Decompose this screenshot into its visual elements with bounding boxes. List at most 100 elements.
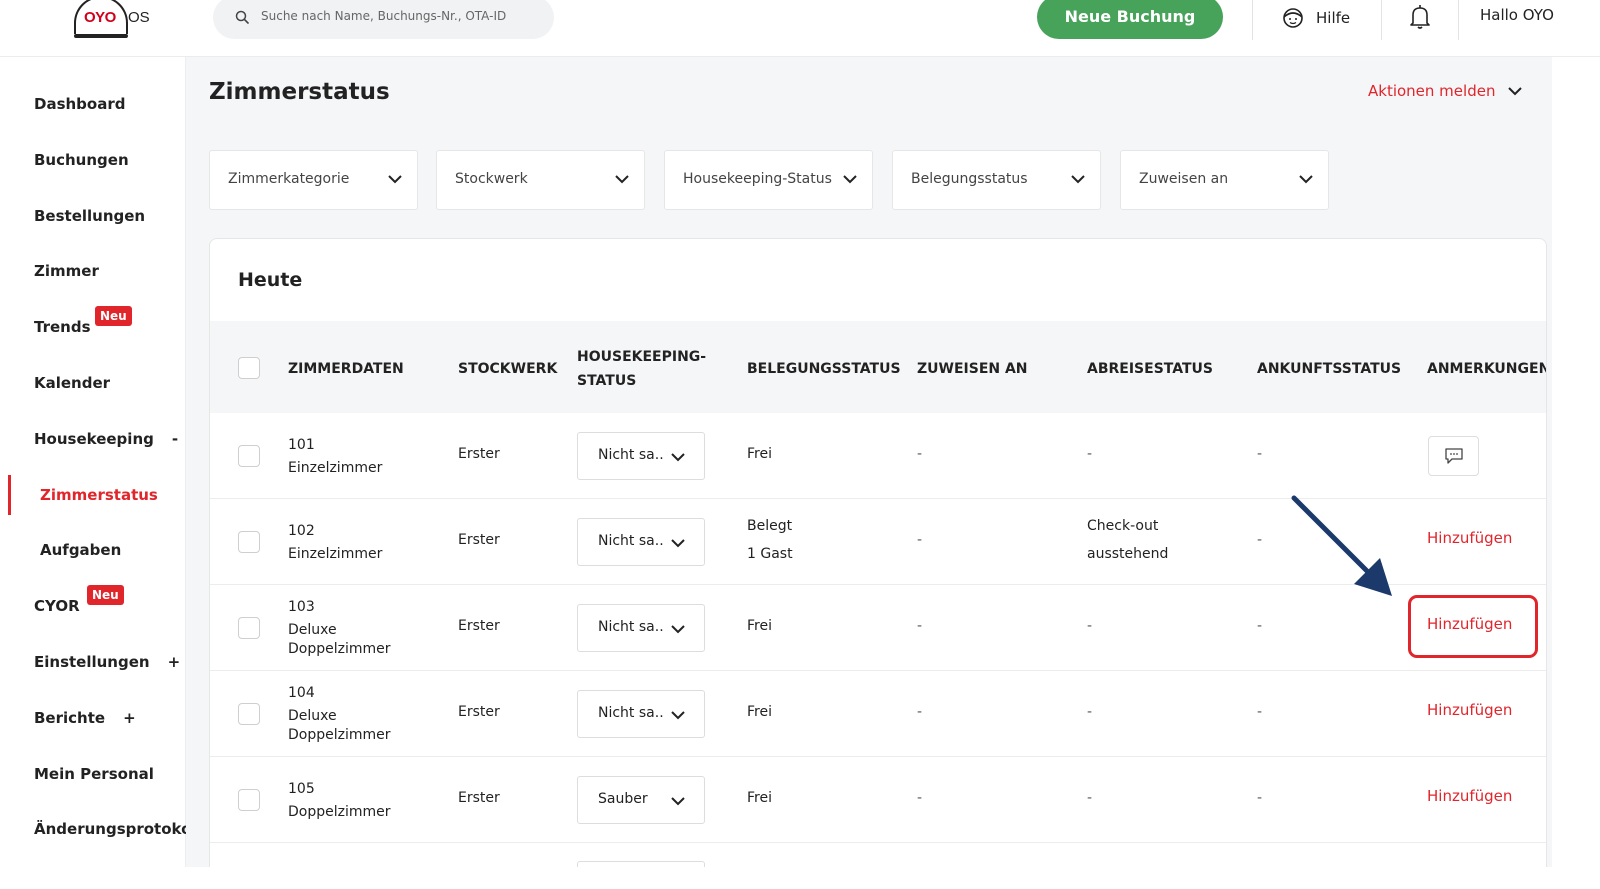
expand-toggle[interactable]: + [168,653,181,671]
view-notes-button[interactable] [1428,436,1479,476]
departure-status: - [1087,618,1093,634]
column-header-arrival[interactable]: ANKUNFTSSTATUS [1257,357,1401,381]
sidebar-item-label: Dashboard [34,95,126,113]
column-header-assign[interactable]: ZUWEISEN AN [917,357,1028,381]
header-divider [1381,0,1382,40]
chevron-down-icon [671,539,685,548]
sidebar-item-changelog[interactable]: Änderungsprotokoll [34,820,202,838]
column-header-room[interactable]: ZIMMERDATEN [288,357,404,381]
column-header-occupancy[interactable]: BELEGUNGSSTATUS [747,357,901,381]
sidebar-item-tasks[interactable]: Aufgaben [40,541,121,559]
add-note-link[interactable]: Hinzufügen [1427,787,1512,805]
departure-status: - [1087,704,1093,720]
page-title: Zimmerstatus [209,79,390,105]
column-header-line: STATUS [577,373,637,389]
logo-suffix: OS [128,9,150,26]
top-bar: OYO OS Neue Buchung Hilfe Hallo OYO [0,0,1600,57]
assigned-to: - [917,446,923,462]
filter-label: Stockwerk [455,171,528,187]
housekeeping-status-select[interactable] [577,861,705,867]
room-type-line2: Doppelzimmer [288,641,391,657]
floor-value: Erster [458,618,500,634]
table-row[interactable] [210,843,1546,867]
housekeeping-status-select[interactable]: Nicht sa.. [577,432,705,480]
housekeeping-status-select[interactable]: Nicht sa.. [577,518,705,566]
chevron-down-icon [671,711,685,720]
housekeeping-status-select[interactable]: Nicht sa.. [577,690,705,738]
sidebar-item-label: Buchungen [34,151,129,169]
collapse-toggle[interactable]: - [172,430,178,448]
room-type: Einzelzimmer [288,546,383,562]
column-header-notes[interactable]: ANMERKUNGEN [1427,357,1546,381]
user-greeting[interactable]: Hallo OYO [1480,6,1554,24]
search-bar[interactable] [213,0,554,39]
expand-toggle[interactable]: + [123,709,136,727]
room-type-line2: Doppelzimmer [288,727,391,743]
select-all-checkbox[interactable] [238,357,260,379]
search-input[interactable] [261,4,541,28]
chevron-down-icon [1071,175,1085,184]
filter-label: Zimmerkategorie [228,171,350,187]
room-number: 103 [288,599,315,615]
row-checkbox[interactable] [238,703,260,725]
sidebar-item-calendar[interactable]: Kalender [34,374,110,392]
help-button[interactable]: Hilfe [1280,4,1350,32]
new-badge: Neu [87,585,124,605]
filter-occupancy-status[interactable]: Belegungsstatus [892,150,1101,210]
row-checkbox[interactable] [238,617,260,639]
sidebar-item-label: Einstellungen [34,653,150,671]
room-number: 101 [288,437,315,453]
room-number: 104 [288,685,315,701]
bell-icon[interactable] [1408,4,1432,30]
add-note-link[interactable]: Hinzufügen [1427,529,1512,547]
chevron-down-icon [671,797,685,806]
sidebar-item-cyor[interactable]: CYOR [34,597,80,615]
sidebar-item-trends[interactable]: Trends [34,318,91,336]
filter-assign-to[interactable]: Zuweisen an [1120,150,1329,210]
column-header-departure[interactable]: ABREISESTATUS [1087,357,1213,381]
filter-room-category[interactable]: Zimmerkategorie [209,150,418,210]
sidebar-item-reports[interactable]: Berichte + [34,709,136,727]
floor-value: Erster [458,704,500,720]
housekeeping-status-select[interactable]: Sauber [577,776,705,824]
filter-label: Zuweisen an [1139,171,1229,187]
filter-housekeeping-status[interactable]: Housekeeping-Status [664,150,873,210]
search-icon [235,10,249,24]
departure-status: - [1087,790,1093,806]
occupancy-status: Frei [747,446,772,462]
arrival-status: - [1257,446,1263,462]
row-checkbox[interactable] [238,531,260,553]
comment-icon [1445,448,1463,464]
row-checkbox[interactable] [238,789,260,811]
sidebar-item-housekeeping[interactable]: Housekeeping - [34,430,178,448]
sidebar-item-label: CYOR [34,597,80,615]
report-actions-dropdown[interactable]: Aktionen melden [1368,82,1523,100]
occupancy-status: Frei [747,790,772,806]
row-checkbox[interactable] [238,445,260,467]
assigned-to: - [917,704,923,720]
new-booking-button[interactable]: Neue Buchung [1037,0,1223,39]
sidebar-item-label: Mein Personal [34,765,154,783]
sidebar-item-settings[interactable]: Einstellungen + [34,653,180,671]
housekeeping-status-value: Nicht sa.. [598,619,664,635]
column-header-line: HOUSEKEEPING- [577,349,707,365]
sidebar-item-bookings[interactable]: Buchungen [34,151,129,169]
sidebar-item-rooms[interactable]: Zimmer [34,262,99,280]
oyo-os-logo[interactable]: OYO OS [74,0,164,42]
sidebar-item-room-status[interactable]: Zimmerstatus [40,486,158,504]
add-note-link[interactable]: Hinzufügen [1427,701,1512,719]
sidebar-item-orders[interactable]: Bestellungen [34,207,145,225]
occupancy-status: Frei [747,704,772,720]
chevron-down-icon [843,175,857,184]
sidebar-item-dashboard[interactable]: Dashboard [34,95,125,113]
table-row[interactable]: 101 Einzelzimmer Erster Nicht sa.. Frei … [210,413,1546,499]
column-header-floor[interactable]: STOCKWERK [458,357,557,381]
room-type: Einzelzimmer [288,460,383,476]
table-row[interactable]: 104 Deluxe Doppelzimmer Erster Nicht sa.… [210,671,1546,757]
table-row[interactable]: 105 Doppelzimmer Erster Sauber Frei - - … [210,757,1546,843]
filter-floor[interactable]: Stockwerk [436,150,645,210]
column-header-housekeeping[interactable]: HOUSEKEEPING- STATUS [577,345,706,393]
chevron-down-icon [388,175,402,184]
housekeeping-status-select[interactable]: Nicht sa.. [577,604,705,652]
sidebar-item-my-staff[interactable]: Mein Personal [34,765,154,783]
